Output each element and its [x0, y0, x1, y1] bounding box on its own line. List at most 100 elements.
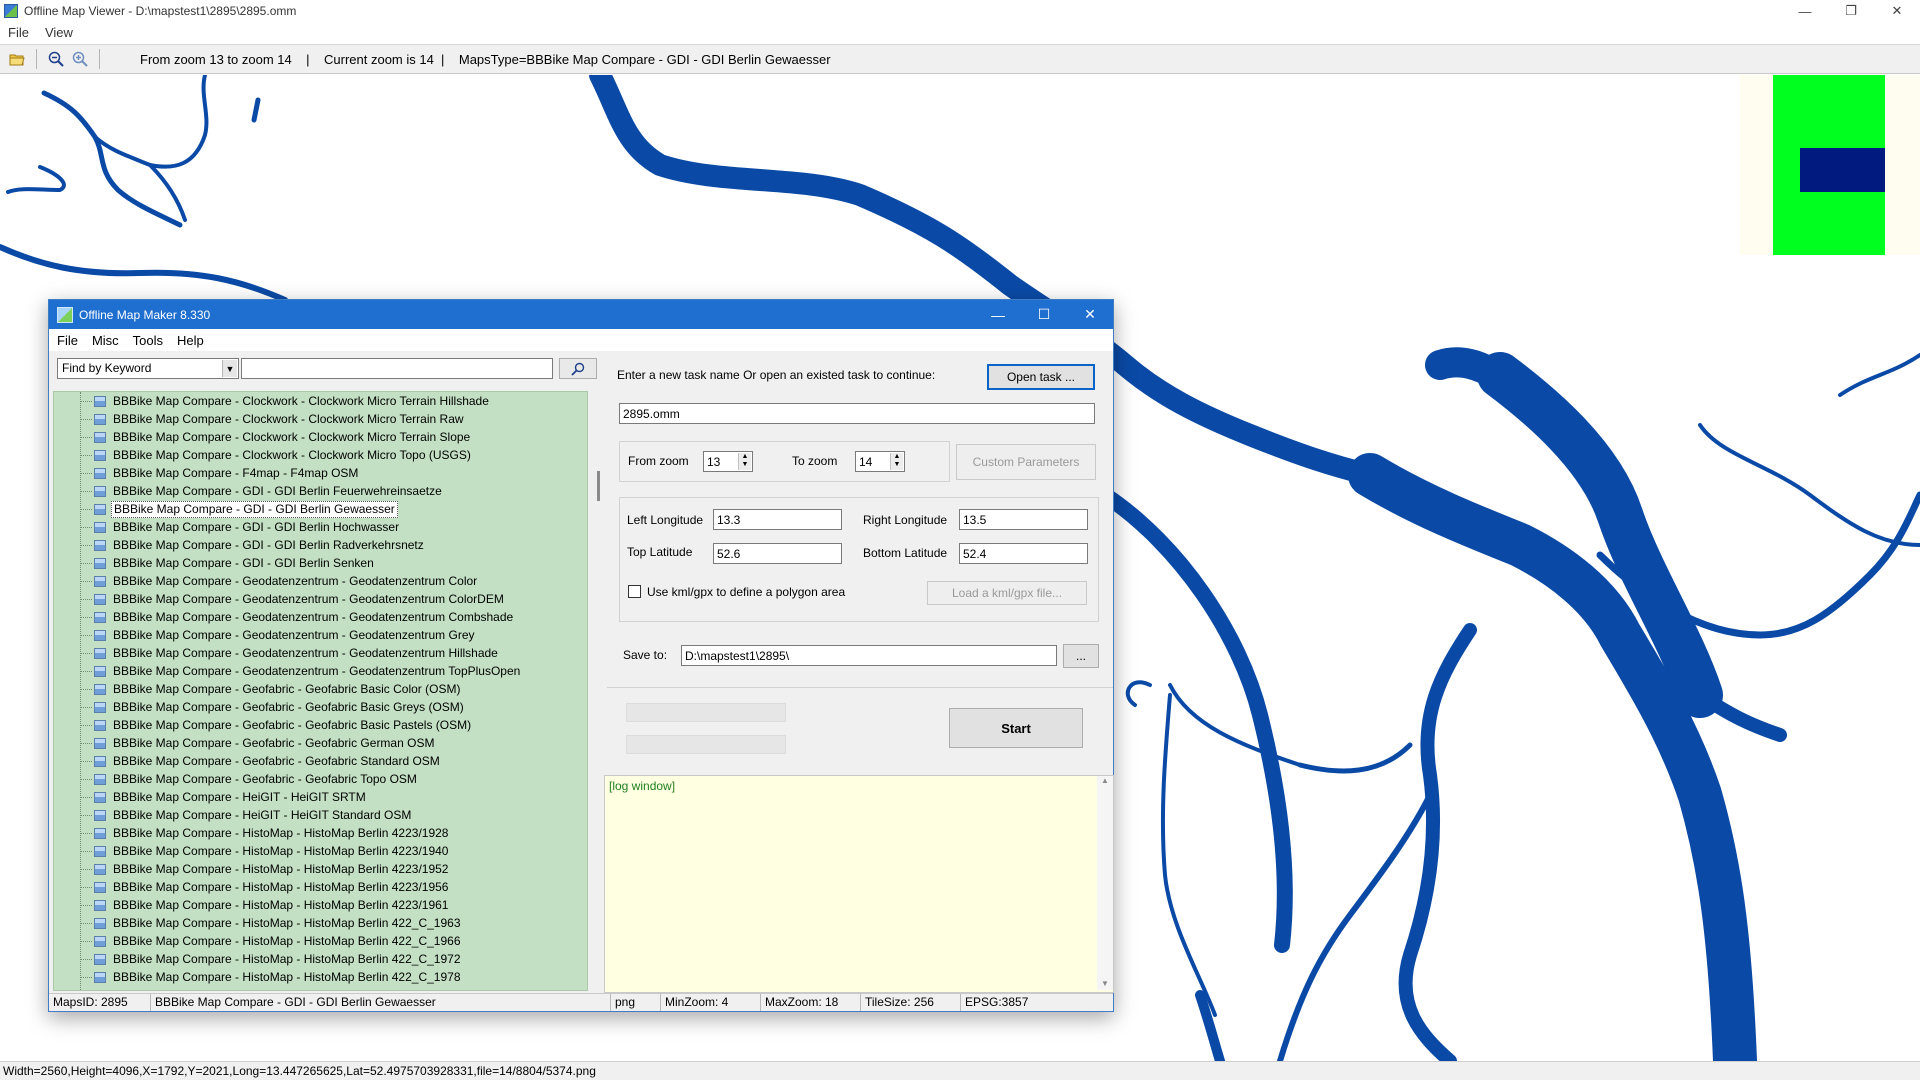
omm-menu-tools[interactable]: Tools	[133, 333, 163, 348]
tree-item[interactable]: BBBike Map Compare - GDI - GDI Berlin Ge…	[54, 500, 587, 518]
tree-item[interactable]: BBBike Map Compare - F4map - F4map OSM	[54, 464, 587, 482]
divider	[607, 687, 1113, 688]
search-button[interactable]	[559, 358, 597, 379]
search-input[interactable]	[241, 358, 553, 379]
tree-item[interactable]: BBBike Map Compare - Geofabric - Geofabr…	[54, 752, 587, 770]
minimap-viewport[interactable]	[1800, 148, 1885, 192]
zoom-in-icon[interactable]	[69, 48, 91, 70]
tree-item[interactable]: BBBike Map Compare - Clockwork - Clockwo…	[54, 428, 587, 446]
tree-item[interactable]: BBBike Map Compare - HistoMap - HistoMap…	[54, 932, 587, 950]
minimize-icon[interactable]: —	[1782, 0, 1828, 22]
custom-parameters-button[interactable]: Custom Parameters	[956, 444, 1096, 480]
progress-bar-current	[626, 735, 786, 754]
restore-icon[interactable]: ❐	[1828, 0, 1874, 22]
map-type-tree[interactable]: BBBike Map Compare - Clockwork - Clockwo…	[53, 391, 588, 991]
spin-arrows-icon[interactable]: ▲ ▼	[890, 453, 903, 470]
status-map-name: BBBike Map Compare - GDI - GDI Berlin Ge…	[151, 994, 611, 1011]
to-zoom-label: To zoom	[792, 454, 838, 468]
omm-statusbar: MapsID: 2895 BBBike Map Compare - GDI - …	[49, 993, 1113, 1011]
tree-item[interactable]: BBBike Map Compare - Clockwork - Clockwo…	[54, 446, 587, 464]
bottom-latitude-input[interactable]: 52.4	[959, 543, 1088, 564]
menu-view[interactable]: View	[45, 25, 73, 40]
close-icon[interactable]: ✕	[1067, 300, 1113, 329]
tree-item[interactable]: BBBike Map Compare - Geofabric - Geofabr…	[54, 716, 587, 734]
omm-menu-misc[interactable]: Misc	[92, 333, 119, 348]
map-layer-icon	[94, 863, 106, 875]
tree-item[interactable]: BBBike Map Compare - HistoMap - HistoMap…	[54, 896, 587, 914]
kml-polygon-checkbox[interactable]	[628, 585, 641, 598]
tree-item[interactable]: BBBike Map Compare - Geodatenzentrum - G…	[54, 572, 587, 590]
tree-item-label: BBBike Map Compare - GDI - GDI Berlin Ra…	[113, 537, 424, 552]
from-zoom-stepper[interactable]: 13 ▲ ▼	[703, 451, 753, 472]
tree-item[interactable]: BBBike Map Compare - HistoMap - HistoMap…	[54, 842, 587, 860]
tree-item[interactable]: BBBike Map Compare - HistoMap - HistoMap…	[54, 950, 587, 968]
tree-item[interactable]: BBBike Map Compare - Geofabric - Geofabr…	[54, 680, 587, 698]
map-layer-icon	[94, 791, 106, 803]
browse-button[interactable]: ...	[1063, 644, 1099, 668]
log-scrollbar[interactable]: ▲ ▼	[1097, 776, 1113, 990]
map-layer-icon	[94, 485, 106, 497]
tree-item[interactable]: BBBike Map Compare - Geofabric - Geofabr…	[54, 734, 587, 752]
tree-item[interactable]: BBBike Map Compare - Geodatenzentrum - G…	[54, 644, 587, 662]
tree-scrollbar-thumb[interactable]	[597, 471, 600, 501]
tree-item[interactable]: BBBike Map Compare - HistoMap - HistoMap…	[54, 860, 587, 878]
tree-item[interactable]: BBBike Map Compare - HeiGIT - HeiGIT Sta…	[54, 806, 587, 824]
tree-item[interactable]: BBBike Map Compare - Clockwork - Clockwo…	[54, 392, 587, 410]
tree-item[interactable]: BBBike Map Compare - Clockwork - Clockwo…	[54, 410, 587, 428]
tree-item[interactable]: BBBike Map Compare - GDI - GDI Berlin Se…	[54, 554, 587, 572]
tree-item[interactable]: BBBike Map Compare - HeiGIT - HeiGIT SRT…	[54, 788, 587, 806]
omm-menu-help[interactable]: Help	[177, 333, 204, 348]
to-zoom-value: 14	[859, 455, 873, 469]
minimize-icon[interactable]: —	[975, 300, 1021, 329]
start-button[interactable]: Start	[949, 708, 1083, 748]
status-max-zoom: MaxZoom: 18	[761, 994, 861, 1011]
viewer-toolbar: From zoom 13 to zoom 14 | Current zoom i…	[0, 44, 1920, 74]
map-layer-icon	[94, 575, 106, 587]
task-name-input[interactable]: 2895.omm	[619, 403, 1095, 424]
tree-item[interactable]: BBBike Map Compare - HistoMap - HistoMap…	[54, 878, 587, 896]
search-mode-select[interactable]: Find by Keyword ▼	[57, 358, 239, 379]
tree-item[interactable]: BBBike Map Compare - HistoMap - HistoMap…	[54, 824, 587, 842]
save-to-input[interactable]: D:\mapstest1\2895\	[681, 645, 1057, 666]
search-icon	[571, 362, 585, 376]
zoom-out-icon[interactable]	[45, 48, 67, 70]
right-longitude-input[interactable]: 13.5	[959, 509, 1088, 530]
to-zoom-stepper[interactable]: 14 ▲ ▼	[855, 451, 905, 472]
load-kml-button[interactable]: Load a kml/gpx file...	[927, 581, 1087, 605]
tree-item[interactable]: BBBike Map Compare - Geofabric - Geofabr…	[54, 770, 587, 788]
spin-arrows-icon[interactable]: ▲ ▼	[738, 453, 751, 470]
close-icon[interactable]: ✕	[1874, 0, 1920, 22]
tree-item[interactable]: BBBike Map Compare - GDI - GDI Berlin Ra…	[54, 536, 587, 554]
tree-item[interactable]: BBBike Map Compare - GDI - GDI Berlin Ho…	[54, 518, 587, 536]
tree-item[interactable]: BBBike Map Compare - Geodatenzentrum - G…	[54, 662, 587, 680]
omm-menu-file[interactable]: File	[57, 333, 78, 348]
map-layer-icon	[94, 629, 106, 641]
tree-item[interactable]: BBBike Map Compare - Geofabric - Geofabr…	[54, 698, 587, 716]
overview-minimap[interactable]	[1740, 75, 1920, 255]
tree-item[interactable]: BBBike Map Compare - GDI - GDI Berlin Fe…	[54, 482, 587, 500]
maximize-icon[interactable]: ☐	[1021, 300, 1067, 329]
chevron-down-icon[interactable]: ▼	[222, 360, 237, 377]
omm-menubar: File Misc Tools Help	[49, 329, 1113, 351]
omm-app-icon	[57, 306, 73, 323]
omm-titlebar[interactable]: Offline Map Maker 8.330 — ☐ ✕	[49, 300, 1113, 329]
tree-item-label: BBBike Map Compare - HistoMap - HistoMap…	[113, 897, 449, 912]
tree-item[interactable]: BBBike Map Compare - HistoMap - HistoMap…	[54, 968, 587, 986]
task-prompt: Enter a new task name Or open an existed…	[617, 368, 936, 382]
tree-item[interactable]: BBBike Map Compare - HistoMap - HistoMap…	[54, 914, 587, 932]
viewer-menubar: File View	[0, 22, 1920, 43]
menu-file[interactable]: File	[8, 25, 29, 40]
tree-item[interactable]: BBBike Map Compare - Geodatenzentrum - G…	[54, 590, 587, 608]
map-layer-icon	[94, 521, 106, 533]
progress-bar-total	[626, 703, 786, 722]
tree-item[interactable]: BBBike Map Compare - Geodatenzentrum - G…	[54, 608, 587, 626]
open-folder-icon[interactable]	[6, 48, 28, 70]
open-task-button[interactable]: Open task ...	[987, 364, 1095, 390]
top-latitude-input[interactable]: 52.6	[713, 543, 842, 564]
left-longitude-input[interactable]: 13.3	[713, 509, 842, 530]
tree-item-label: BBBike Map Compare - Geodatenzentrum - G…	[113, 609, 514, 624]
search-mode-value: Find by Keyword	[62, 361, 152, 375]
tree-item[interactable]: BBBike Map Compare - Geodatenzentrum - G…	[54, 626, 587, 644]
log-window[interactable]: [log window] ▲ ▼	[604, 775, 1114, 993]
left-longitude-label: Left Longitude	[627, 513, 704, 527]
